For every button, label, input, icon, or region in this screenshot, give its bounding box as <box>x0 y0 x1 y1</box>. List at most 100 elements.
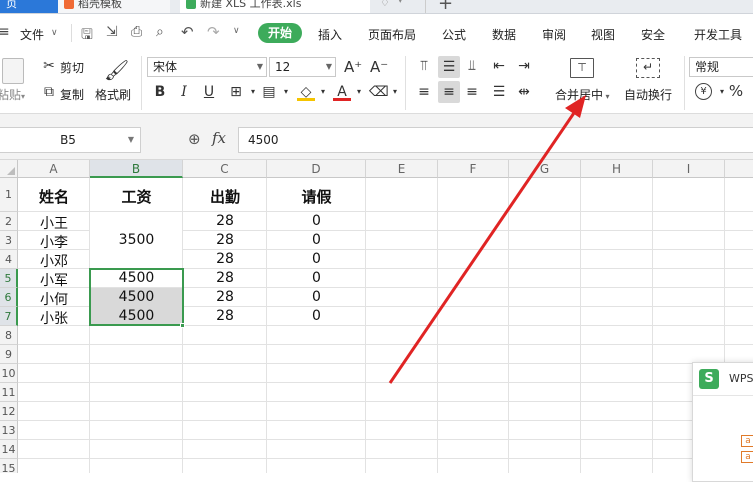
align-left-icon[interactable]: ≡ <box>415 83 433 101</box>
cell-c6[interactable]: 28 <box>183 289 267 305</box>
name-box[interactable]: B5 ▼ <box>0 127 141 153</box>
copy-icon[interactable]: ⧉ <box>40 83 58 101</box>
row-header[interactable]: 1 <box>0 178 18 212</box>
font-size-select[interactable]: 12 ▼ <box>269 57 336 77</box>
borders-icon[interactable]: ⊞ <box>227 83 245 101</box>
cell-b7[interactable]: 4500 <box>90 308 183 324</box>
shrink-font-button[interactable]: A⁻ <box>370 58 388 76</box>
paste-icon[interactable] <box>2 58 24 84</box>
increase-indent-icon[interactable]: ⇥ <box>515 57 533 75</box>
align-top-icon[interactable]: ⫪ <box>415 57 433 75</box>
cell-d1[interactable]: 请假 <box>267 186 366 207</box>
auto-wrap-button[interactable]: 自动换行 <box>624 86 672 103</box>
column-header-a[interactable]: A <box>18 160 90 178</box>
decrease-indent-icon[interactable]: ⇤ <box>490 57 508 75</box>
align-middle-icon[interactable]: ☰ <box>438 56 460 78</box>
align-right-icon[interactable]: ≡ <box>463 83 481 101</box>
cell-d4[interactable]: 0 <box>267 251 366 267</box>
cell-a1[interactable]: 姓名 <box>18 186 90 207</box>
number-format-select[interactable]: 常规 <box>689 57 753 77</box>
row-header[interactable]: 12 <box>0 402 18 421</box>
cell-a5[interactable]: 小军 <box>18 270 90 290</box>
format-painter-button[interactable]: 格式刷 <box>95 86 131 103</box>
format-painter-icon[interactable]: 🖌 <box>104 57 129 83</box>
fill-color-icon[interactable]: ◇ <box>297 83 315 101</box>
cell-b5[interactable]: 4500 <box>90 270 183 286</box>
row-header[interactable]: 13 <box>0 421 18 440</box>
column-header-i[interactable]: I <box>653 160 725 178</box>
column-header-f[interactable]: F <box>438 160 509 178</box>
column-header-d[interactable]: D <box>267 160 366 178</box>
column-header-h[interactable]: H <box>581 160 653 178</box>
cell-c5[interactable]: 28 <box>183 270 267 286</box>
grow-font-button[interactable]: A⁺ <box>344 58 362 76</box>
row-header[interactable]: 5 <box>0 269 18 288</box>
file-chevron-icon[interactable]: ∨ <box>51 28 58 38</box>
menu-review[interactable]: 审阅 <box>542 26 566 43</box>
underline-button[interactable]: U <box>200 83 218 101</box>
quick-access-chevron-icon[interactable]: ∨ <box>233 26 240 36</box>
tab-docer-templates[interactable]: 稻壳模板 <box>58 0 170 13</box>
row-header[interactable]: 9 <box>0 345 18 364</box>
merge-center-icon[interactable]: ⊤ <box>570 58 594 78</box>
hamburger-icon[interactable]: ≡ <box>0 25 10 39</box>
redo-icon[interactable]: ↷ <box>207 23 220 41</box>
print-icon[interactable]: ⎙ <box>131 24 142 40</box>
row-header[interactable]: 11 <box>0 383 18 402</box>
align-bottom-icon[interactable]: ⫫ <box>463 57 481 75</box>
column-header-c[interactable]: C <box>183 160 267 178</box>
cell-c3[interactable]: 28 <box>183 232 267 248</box>
currency-button[interactable]: ¥ <box>695 83 712 100</box>
menu-data[interactable]: 数据 <box>492 26 516 43</box>
column-header-e[interactable]: E <box>366 160 438 178</box>
menu-insert[interactable]: 插入 <box>318 26 342 43</box>
cell-c4[interactable]: 28 <box>183 251 267 267</box>
cell-d5[interactable]: 0 <box>267 270 366 286</box>
column-header-g[interactable]: G <box>509 160 581 178</box>
cell-style-chevron-icon[interactable]: ▾ <box>277 83 295 101</box>
cell-a4[interactable]: 小邓 <box>18 251 90 271</box>
row-header[interactable]: 3 <box>0 231 18 250</box>
menu-start[interactable]: 开始 <box>258 23 302 43</box>
save-icon[interactable]: 🖫 <box>81 24 93 48</box>
clear-eraser-icon[interactable]: ⌫ <box>369 83 389 101</box>
dropdown-chevron-icon[interactable]: ▾ <box>398 0 403 6</box>
bold-button[interactable]: B <box>151 83 169 101</box>
cell-style-icon[interactable]: ▤ <box>260 83 278 101</box>
cell-a2[interactable]: 小王 <box>18 213 90 233</box>
italic-button[interactable]: I <box>175 83 193 101</box>
column-header-j[interactable] <box>725 160 753 178</box>
cell-a3[interactable]: 小李 <box>18 232 90 252</box>
merge-center-button[interactable]: 合并居中 ▾ <box>555 86 610 103</box>
new-tab-button[interactable]: + <box>438 0 453 13</box>
cell-d7[interactable]: 0 <box>267 308 366 324</box>
row-header[interactable]: 6 <box>0 288 18 307</box>
row-header[interactable]: 10 <box>0 364 18 383</box>
tab-home[interactable]: 页 <box>0 0 58 13</box>
row-header[interactable]: 8 <box>0 326 18 345</box>
cell-b2-b4-merged[interactable]: 3500 <box>90 232 183 248</box>
row-header[interactable]: 15 <box>0 459 18 473</box>
tab-active-workbook[interactable]: 新建 XLS 工作表.xls <box>180 0 370 13</box>
cell-c1[interactable]: 出勤 <box>183 186 267 207</box>
cut-button[interactable]: 剪切 <box>60 59 84 76</box>
fx-button[interactable]: fx <box>212 129 226 147</box>
cell-c7[interactable]: 28 <box>183 308 267 324</box>
column-header-b[interactable]: B <box>90 160 183 178</box>
menu-security[interactable]: 安全 <box>641 26 665 43</box>
zoom-formula-icon[interactable]: ⊕ <box>188 130 201 148</box>
cell-d6[interactable]: 0 <box>267 289 366 305</box>
auto-wrap-icon[interactable]: ↵ <box>636 58 660 78</box>
clear-chevron-icon[interactable]: ▾ <box>386 83 404 101</box>
menu-view[interactable]: 视图 <box>591 26 615 43</box>
distribute-icon[interactable]: ⇹ <box>515 83 533 101</box>
justify-icon[interactable]: ☰ <box>490 83 508 101</box>
cell-d3[interactable]: 0 <box>267 232 366 248</box>
menu-developer-tools[interactable]: 开发工具 <box>694 26 742 43</box>
copy-button[interactable]: 复制 <box>60 86 84 103</box>
fill-color-chevron-icon[interactable]: ▾ <box>314 83 332 101</box>
row-header[interactable]: 4 <box>0 250 18 269</box>
cell-c2[interactable]: 28 <box>183 213 267 229</box>
font-color-chevron-icon[interactable]: ▾ <box>350 83 368 101</box>
cell-a6[interactable]: 小何 <box>18 289 90 309</box>
